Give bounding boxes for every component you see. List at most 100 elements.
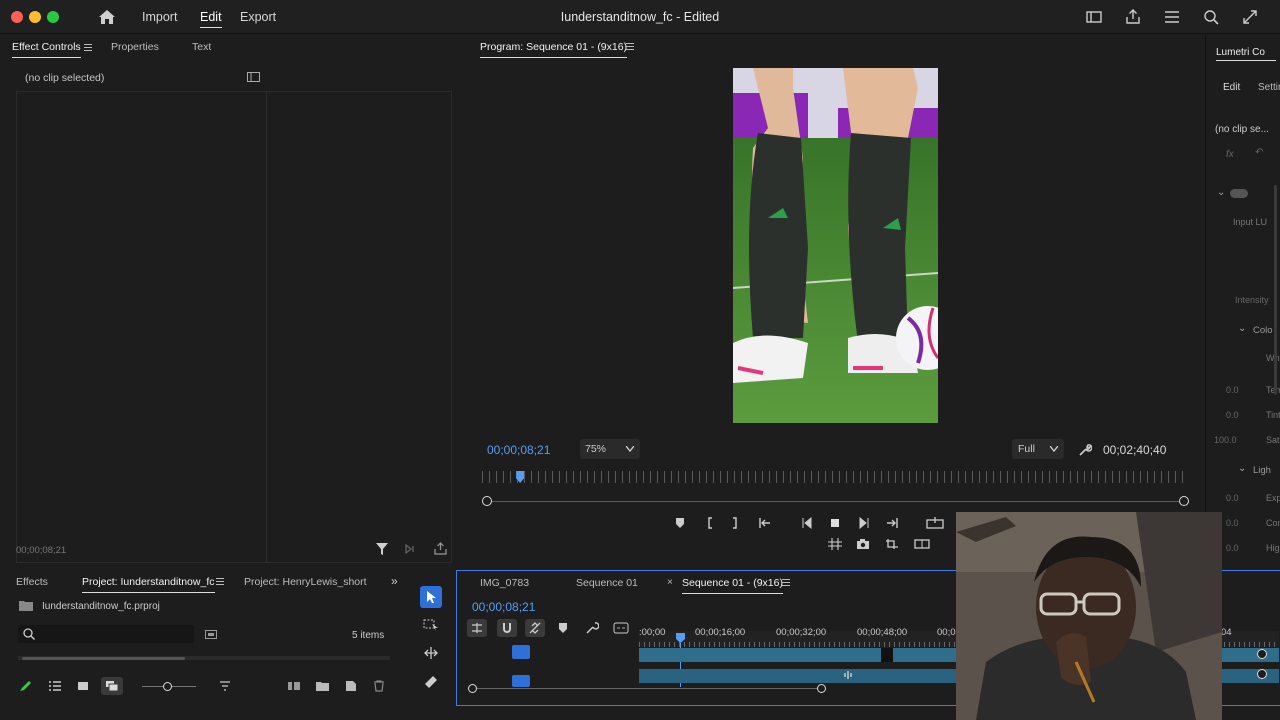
close-window-button[interactable] (11, 11, 23, 23)
new-item-icon[interactable] (345, 680, 357, 692)
lumetri-tab-settings[interactable]: Settin (1258, 82, 1280, 93)
new-bin-icon[interactable] (316, 681, 329, 691)
tab-properties[interactable]: Properties (111, 41, 159, 53)
go-to-out-icon[interactable] (885, 517, 899, 529)
program-monitor-title[interactable]: Program: Sequence 01 - (9x16) (480, 41, 628, 58)
selection-tool-button[interactable] (420, 586, 442, 608)
track-height-handle[interactable] (1257, 649, 1267, 659)
toggle-timeline-view-icon[interactable] (247, 72, 260, 82)
go-to-in-icon[interactable] (758, 517, 772, 529)
tab-sequence-01[interactable]: Sequence 01 (576, 577, 638, 589)
tab-effects[interactable]: Effects (16, 576, 48, 588)
clip-transition[interactable] (881, 648, 893, 662)
export-frame-camera-icon[interactable] (856, 538, 870, 550)
zoom-scrollbar[interactable] (487, 501, 1184, 502)
list-view-icon[interactable] (48, 680, 62, 692)
filter-icon[interactable] (376, 543, 388, 555)
fullscreen-icon[interactable] (1241, 8, 1259, 26)
freeform-view-button[interactable] (101, 677, 123, 695)
track-height-handle[interactable] (1257, 669, 1267, 679)
chevron-down-icon[interactable]: ⌄ (1238, 463, 1246, 474)
comparison-view-icon[interactable] (914, 538, 930, 550)
section-toggle-switch[interactable] (1230, 189, 1248, 198)
audio-track-toggle[interactable] (512, 675, 530, 687)
panel-menu-icon[interactable] (626, 43, 634, 50)
timeline-timecode[interactable]: 00;00;08;21 (472, 600, 535, 614)
new-bin-from-search-icon[interactable] (205, 629, 217, 639)
step-back-icon[interactable] (801, 517, 815, 529)
panel-menu-icon[interactable] (84, 44, 92, 51)
add-marker-icon[interactable] (557, 622, 569, 634)
minimize-window-button[interactable] (29, 11, 41, 23)
timeline-zoom-scrollbar[interactable] (473, 688, 821, 689)
reset-icon[interactable]: ↶ (1255, 147, 1263, 158)
current-timecode[interactable]: 00;00;08;21 (487, 443, 550, 457)
chevron-down-icon[interactable]: ⌄ (1217, 187, 1225, 198)
tab-img-0783[interactable]: IMG_0783 (480, 577, 529, 589)
tab-project-main[interactable]: Project: Iunderstanditnow_fc (82, 576, 215, 593)
step-forward-icon[interactable] (856, 517, 870, 529)
timeline-scroll-left-handle[interactable] (468, 684, 477, 693)
lift-icon[interactable] (926, 517, 944, 529)
lumetri-title[interactable]: Lumetri Co (1216, 47, 1265, 58)
close-tab-icon[interactable]: × (667, 577, 673, 588)
lumetri-tab-edit[interactable]: Edit (1223, 82, 1240, 93)
lumetri-scrollbar[interactable] (1274, 185, 1277, 395)
ruler-label: 00;0 (937, 627, 956, 638)
panel-layout-icon[interactable] (1085, 8, 1103, 26)
pencil-icon[interactable] (19, 680, 33, 692)
lumetri-row-color[interactable]: Colo (1253, 325, 1273, 336)
tab-project-henrylewis[interactable]: Project: HenryLewis_short (244, 576, 367, 588)
stop-icon[interactable] (828, 517, 842, 529)
tab-sequence-01-9x16[interactable]: Sequence 01 - (9x16) (682, 577, 783, 594)
playback-resolution-dropdown[interactable]: Full (1012, 439, 1064, 459)
search-input[interactable] (18, 625, 194, 643)
zoom-scrollbar-left-handle[interactable] (482, 496, 492, 506)
chevron-down-icon[interactable]: ⌄ (1238, 323, 1246, 334)
safe-margins-icon[interactable] (828, 538, 842, 550)
item-count: 5 items (352, 630, 385, 641)
captions-icon[interactable] (613, 622, 629, 634)
thumbnail-size-slider-handle[interactable] (163, 682, 172, 691)
home-icon[interactable] (98, 9, 116, 25)
export-frame-icon[interactable] (434, 542, 447, 555)
timeline-scroll-right-handle[interactable] (817, 684, 826, 693)
sort-icon[interactable] (219, 681, 231, 691)
track-select-icon[interactable] (423, 618, 439, 632)
snap-button[interactable] (497, 619, 517, 637)
trash-icon[interactable] (373, 680, 385, 692)
linked-selection-button[interactable] (525, 619, 545, 637)
nav-export[interactable]: Export (240, 10, 276, 24)
panel-menu-icon[interactable] (782, 579, 790, 586)
maximize-window-button[interactable] (47, 11, 59, 23)
lumetri-row-light[interactable]: Ligh (1253, 465, 1271, 476)
nav-import[interactable]: Import (142, 10, 177, 24)
mark-in-icon[interactable] (703, 517, 717, 529)
razor-icon[interactable] (423, 674, 439, 688)
more-panels-icon[interactable]: » (391, 574, 398, 588)
icon-view-icon[interactable] (77, 680, 89, 692)
tab-text[interactable]: Text (192, 41, 211, 53)
panel-menu-icon[interactable] (216, 578, 224, 585)
project-scrollbar-thumb[interactable] (22, 657, 185, 660)
play-audio-icon[interactable] (405, 543, 419, 555)
progress-icon[interactable] (1163, 8, 1181, 26)
tab-effect-controls[interactable]: Effect Controls (12, 41, 81, 58)
zoom-scrollbar-right-handle[interactable] (1179, 496, 1189, 506)
video-track-toggle[interactable] (512, 645, 530, 659)
effect-controls-divider[interactable] (266, 91, 267, 563)
search-help-icon[interactable] (1202, 8, 1220, 26)
ripple-edit-icon[interactable] (423, 646, 439, 660)
time-ruler[interactable] (482, 471, 1188, 483)
automate-to-sequence-icon[interactable] (287, 681, 301, 691)
mark-out-icon[interactable] (728, 517, 742, 529)
wrench-icon[interactable] (585, 622, 599, 634)
crop-icon[interactable] (885, 538, 899, 550)
insert-sequence-button[interactable] (467, 619, 487, 637)
share-icon[interactable] (1124, 8, 1142, 26)
zoom-dropdown[interactable]: 75% (580, 439, 640, 459)
nav-edit[interactable]: Edit (200, 10, 222, 28)
wrench-icon[interactable] (1078, 443, 1092, 457)
add-marker-icon[interactable] (673, 517, 687, 529)
fx-icon[interactable]: fx (1226, 149, 1234, 160)
